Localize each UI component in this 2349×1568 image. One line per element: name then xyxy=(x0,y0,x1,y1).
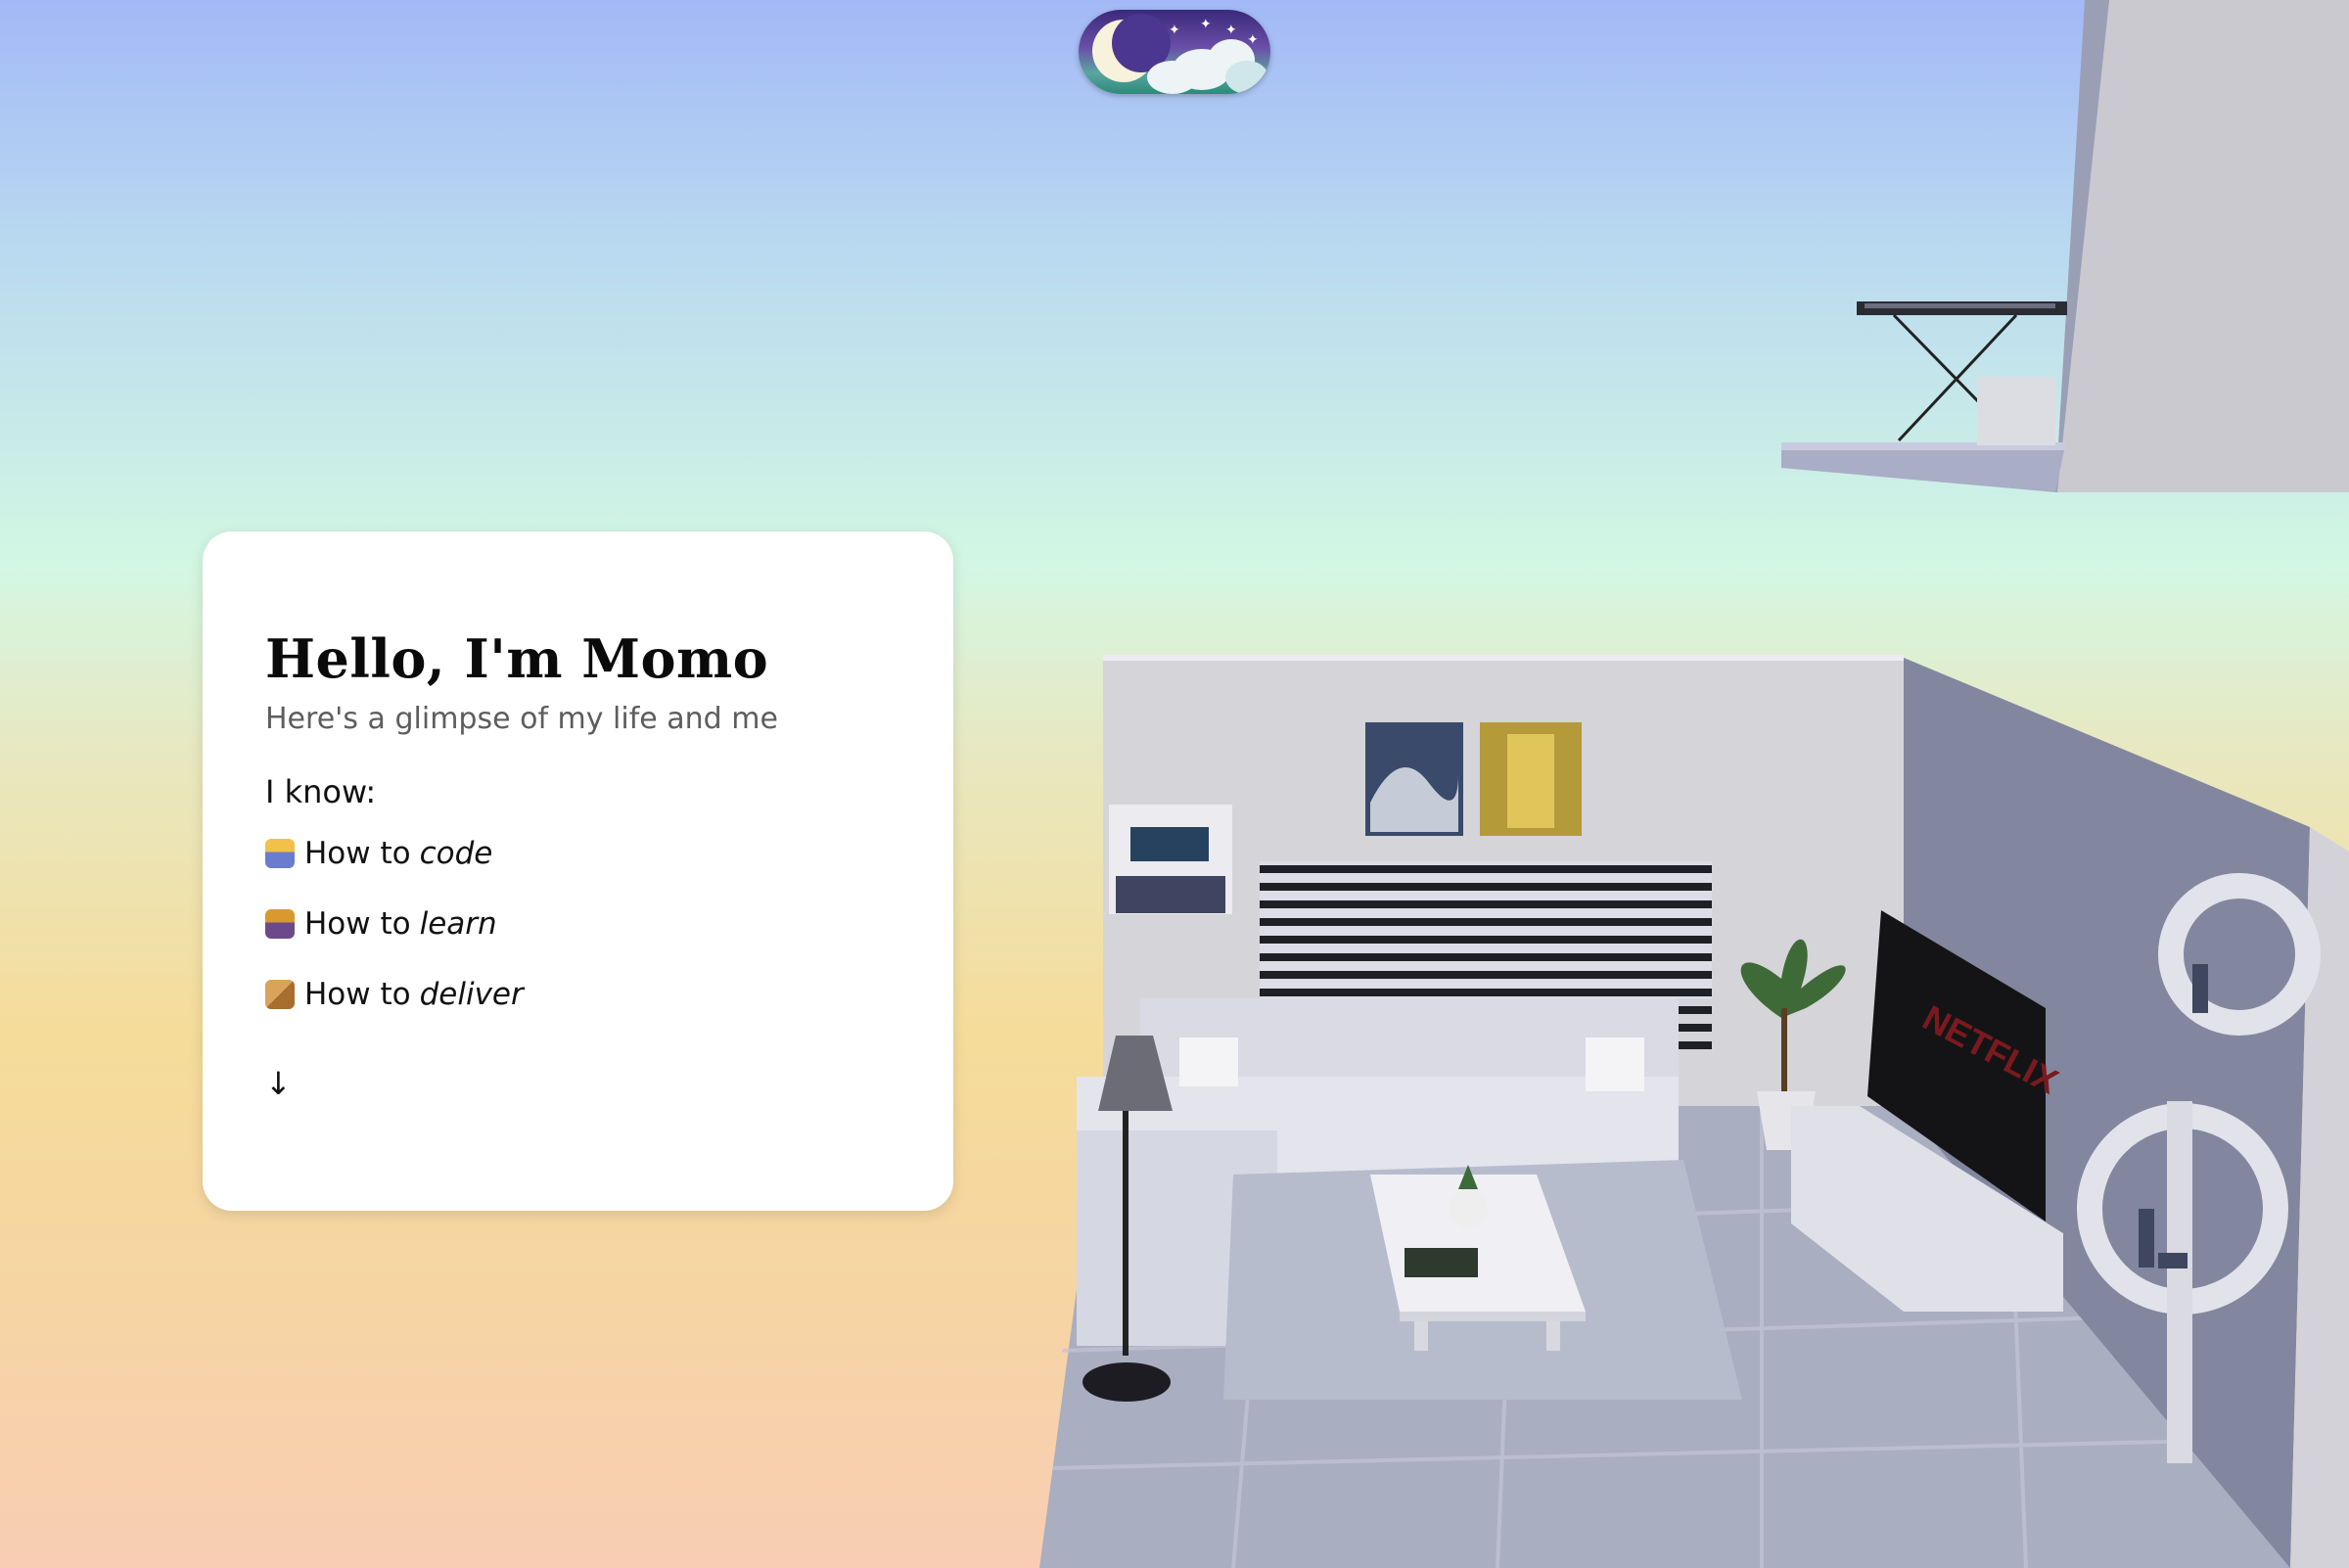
theme-toggle-button[interactable]: ✦ ✦ ✦ ✦ xyxy=(1079,10,1270,94)
package-icon xyxy=(265,980,295,1009)
skill-verb: learn xyxy=(419,906,497,942)
page-title: Hello, I'm Momo xyxy=(265,627,769,690)
star-icon: ✦ xyxy=(1169,23,1180,38)
skill-list: How to code How to learn How to deliver xyxy=(265,832,891,1016)
scroll-down-arrow-icon[interactable]: ↓ xyxy=(265,1065,292,1102)
page-subtitle: Here's a glimpse of my life and me xyxy=(265,702,778,736)
skill-item-learn: How to learn xyxy=(265,902,891,945)
skill-prefix: How to xyxy=(304,977,411,1012)
skill-prefix: How to xyxy=(304,906,411,942)
skill-prefix: How to xyxy=(304,836,411,871)
know-label: I know: xyxy=(265,773,377,810)
teacher-icon xyxy=(265,909,295,939)
skill-verb: code xyxy=(419,836,493,871)
keyboard-keys xyxy=(1865,303,2055,308)
main-room: NETFLIX xyxy=(1039,655,2349,1568)
skill-verb: deliver xyxy=(419,977,524,1012)
stool xyxy=(1977,377,2055,445)
upper-room xyxy=(1781,0,2349,492)
technologist-icon xyxy=(265,839,295,868)
upper-floor-slab xyxy=(1781,445,2065,492)
star-icon: ✦ xyxy=(1200,17,1212,32)
star-icon: ✦ xyxy=(1225,23,1237,38)
skill-item-deliver: How to deliver xyxy=(265,973,891,1016)
star-icon: ✦ xyxy=(1247,32,1259,48)
skill-item-code: How to code xyxy=(265,832,891,875)
intro-card: Hello, I'm Momo Here's a glimpse of my l… xyxy=(203,531,953,1211)
